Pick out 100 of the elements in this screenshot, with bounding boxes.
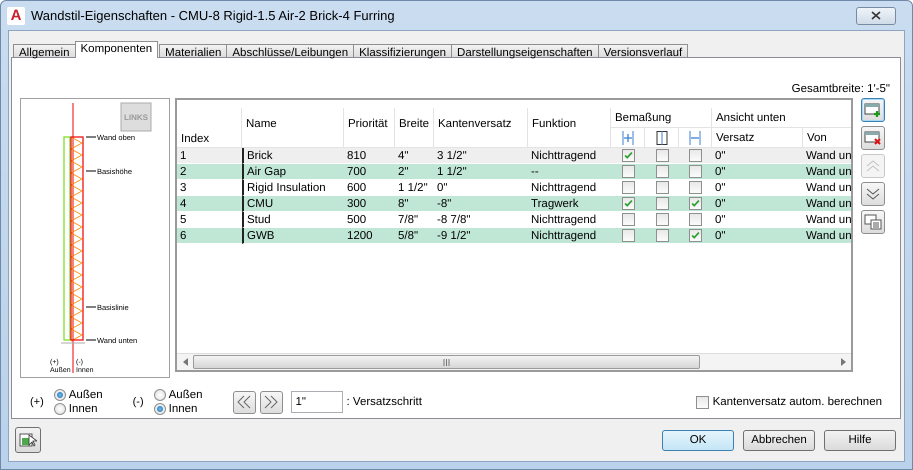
add-button[interactable] [861,98,885,122]
checkbox[interactable] [689,213,702,226]
delete-row-icon [864,130,882,146]
radio-label[interactable]: Außen [68,389,103,401]
checkbox[interactable] [689,229,702,242]
table-cell: Wand un [803,164,851,180]
checkbox[interactable] [656,149,668,162]
table-cell: Nichttragend [528,228,611,244]
side-badge: LINKS [120,102,152,132]
table-cell: 0" [712,164,803,180]
row-index-cell[interactable]: 1 [177,148,242,164]
checkbox-label[interactable]: Kantenversatz autom. berechnen [712,396,882,408]
table-cell: 700 [344,164,395,180]
dialog-button[interactable]: Abbrechen [743,430,815,450]
table-cell: Wand un [803,148,851,164]
detail-button[interactable] [861,210,885,234]
double-chevron-down-icon [865,187,881,201]
row-index-cell[interactable]: 4 [177,196,242,212]
grip-icon [443,358,450,366]
table-cell: 0" [712,196,803,212]
checkbox[interactable] [622,197,634,210]
table-cell: -- [528,164,611,180]
minus-dimension-icon [689,130,701,144]
checkbox[interactable] [622,213,634,226]
tab[interactable]: Klassifizierungen [353,44,452,57]
plus-dimension-icon [622,130,634,144]
table-cell: 810 [344,148,395,164]
sign-label: (-) [132,396,144,408]
scroll-left-icon[interactable] [182,358,188,366]
radio-label[interactable]: Innen [168,403,198,415]
table-cell: 3 1/2" [434,148,528,164]
table-cell: Tragwerk [528,196,611,212]
checkbox[interactable] [689,197,702,210]
radio-label[interactable]: Außen [168,389,203,401]
row-index-cell[interactable]: 2 [177,164,242,180]
tab[interactable]: Darstellungseigenschaften [451,44,599,57]
table-cell: 300 [344,196,395,212]
radio-button[interactable] [154,403,166,415]
tab[interactable]: Versionsverlauf [598,44,688,57]
checkbox[interactable] [622,229,634,242]
double-chevron-up-icon [865,159,881,173]
table-cell: 1 1/2" [434,164,528,180]
checkbox[interactable] [622,181,634,194]
tab[interactable]: Allgemein [13,44,76,57]
table-cell: -8" [434,196,528,212]
column-group-header: Ansicht unten [712,108,851,128]
checkbox[interactable] [622,165,634,178]
app-logo: A [7,6,25,24]
row-index-cell[interactable]: 6 [177,228,242,244]
dialog-button[interactable]: Hilfe [824,430,896,450]
radio-button[interactable] [154,389,166,401]
double-chevron-right-icon [264,395,278,409]
table-cell: 8" [395,196,434,212]
checkbox[interactable] [656,165,668,178]
table-cell: 5/8" [395,228,434,244]
step-field[interactable]: 1" [290,391,343,413]
table-cell: Wand un [803,196,851,212]
table-cell: 4" [395,148,434,164]
scroll-right-icon[interactable] [840,358,846,366]
checkbox[interactable] [656,213,668,226]
down-button[interactable] [861,182,885,206]
checkbox[interactable] [689,149,702,162]
checkbox[interactable] [689,181,702,194]
close-button[interactable] [856,6,896,24]
center-dimension-icon [656,130,668,144]
checkbox[interactable] [689,165,702,178]
table-detail-icon [864,214,882,230]
tab[interactable]: Materialien [159,44,228,57]
delete-button[interactable] [861,126,885,150]
table-cell: 1200 [344,228,395,244]
table-cell: GWB [242,228,344,244]
checkbox[interactable] [656,181,668,194]
checkbox[interactable] [622,149,634,162]
table-cell: Air Gap [242,164,344,180]
total-width-label: Gesamtbreite: 1'-5" [792,83,890,95]
close-icon [871,11,881,20]
table-cell: 0" [712,228,803,244]
step-label: : Versatzschritt [346,396,422,408]
table-cell: 2" [395,164,434,180]
dialog-button[interactable]: OK [662,430,734,450]
radio-label[interactable]: Innen [68,403,98,415]
double-chevron-left-icon [237,395,252,409]
sign-label: (+) [30,396,44,408]
radio-button[interactable] [54,389,66,401]
radio-button[interactable] [54,403,66,415]
table-cell: Nichttragend [528,148,611,164]
table-cell: CMU [242,196,344,212]
select-button[interactable] [15,427,41,453]
table-cell: Brick [242,148,344,164]
checkbox[interactable] [656,197,668,210]
horizontal-scrollbar[interactable] [177,353,851,370]
checkbox[interactable] [696,396,709,408]
checkbox[interactable] [656,229,668,242]
step-forward-button[interactable] [260,390,283,414]
step-back-button[interactable] [232,390,256,414]
table-cell: -9 1/2" [434,228,528,244]
column-group-header: Bemaßung [611,108,712,128]
tab[interactable]: Abschlüsse/Leibungen [226,44,354,57]
window-cursor-icon [19,432,37,448]
tab[interactable]: Komponenten [74,41,158,58]
